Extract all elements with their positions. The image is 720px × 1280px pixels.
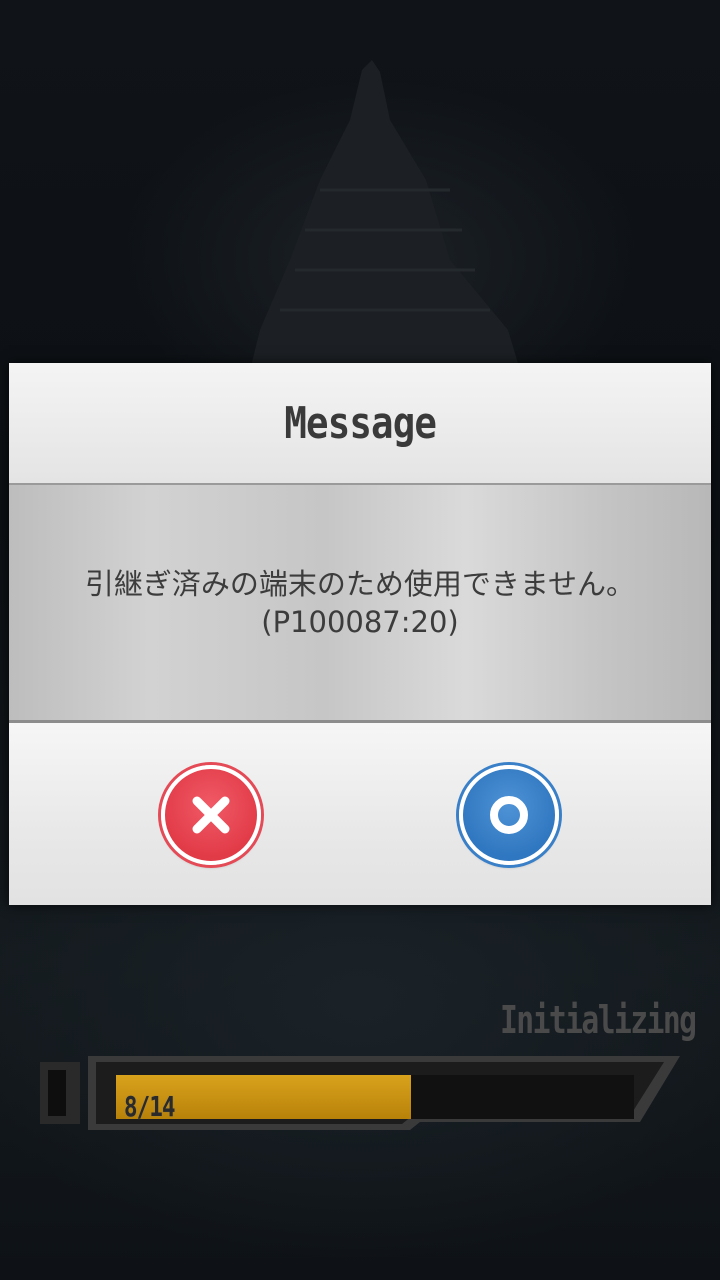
- dialog-message: 引継ぎ済みの端末のため使用できません。: [84, 566, 636, 601]
- dialog-body: 引継ぎ済みの端末のため使用できません。 (P100087:20): [9, 485, 711, 723]
- cancel-button[interactable]: [161, 765, 261, 865]
- circle-icon: [490, 796, 528, 834]
- progress-count: 8/14: [124, 1090, 176, 1123]
- tower-silhouette: [250, 60, 520, 370]
- progress-bar: [116, 1075, 634, 1119]
- x-icon: [192, 796, 230, 834]
- dialog-error-code: (P100087:20): [261, 604, 459, 639]
- dialog-title: Message: [284, 397, 437, 449]
- message-dialog: Message 引継ぎ済みの端末のため使用できません。 (P100087:20): [9, 363, 711, 905]
- dialog-header: Message: [9, 363, 711, 485]
- loading-status-label: Initializing: [500, 998, 697, 1042]
- dialog-footer: [9, 723, 711, 905]
- ok-button[interactable]: [459, 765, 559, 865]
